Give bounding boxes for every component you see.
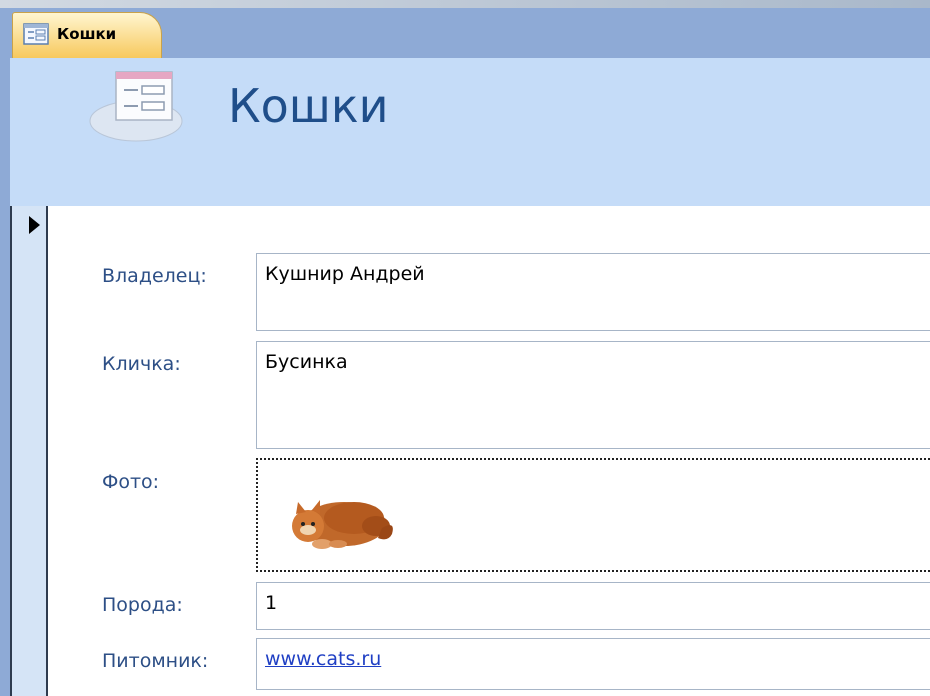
photo-field[interactable]: [256, 458, 930, 572]
breed-field[interactable]: 1: [256, 582, 930, 630]
breed-label: Порода:: [102, 594, 183, 616]
nickname-field[interactable]: Бусинка: [256, 341, 930, 449]
form-detail: Владелец: Кушнир Андрей Кличка: Бусинка …: [48, 206, 930, 696]
owner-label: Владелец:: [102, 265, 207, 287]
window-top-strip: [0, 0, 930, 8]
kennel-label: Питомник:: [102, 650, 209, 672]
form-title: Кошки: [228, 79, 389, 133]
kennel-link[interactable]: www.cats.ru: [265, 648, 381, 670]
tab-label: Кошки: [57, 25, 117, 43]
nickname-label: Кличка:: [102, 353, 181, 375]
form-icon: [23, 23, 49, 45]
tab-koshki[interactable]: Кошки: [12, 12, 162, 58]
cat-photo: [292, 500, 393, 549]
kennel-field[interactable]: www.cats.ru: [256, 638, 930, 690]
form-header: Кошки: [10, 58, 930, 206]
photo-label: Фото:: [102, 471, 160, 493]
current-record-arrow-icon: [29, 216, 40, 234]
record-selector[interactable]: [10, 206, 48, 696]
owner-field[interactable]: Кушнир Андрей: [256, 253, 930, 331]
form-icon: [89, 71, 183, 142]
window-left-border: [0, 8, 10, 696]
